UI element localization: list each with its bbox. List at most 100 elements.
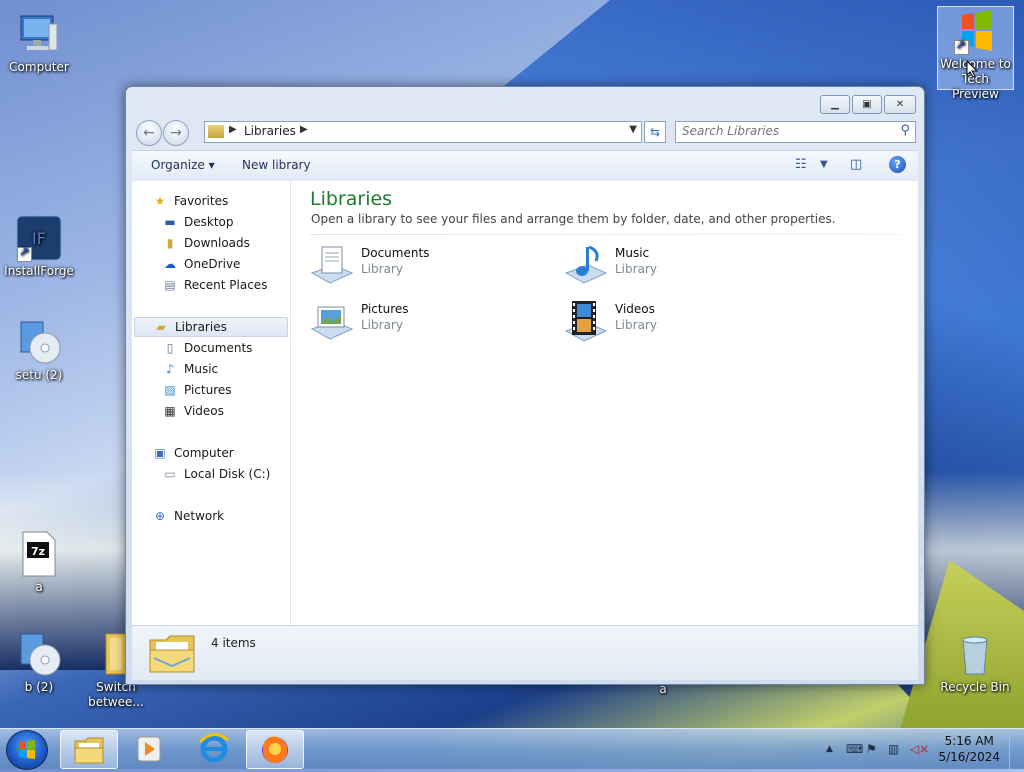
system-tray: ▲ ⌨ ⚑ ▥ ◁× 5:16 AM 5/16/2024 [814,729,1024,769]
navigation-pane: ★ Favorites ▬ Desktop ▮ Downloads ☁ OneDrive… [132,181,291,625]
nav-documents[interactable]: ▯ Documents [162,338,253,358]
clock-date: 5/16/2024 [938,750,1000,764]
nav-label: Network [174,509,225,523]
internet-explorer-icon [198,733,229,763]
start-button[interactable] [6,730,48,770]
nav-label: Recent Places [184,278,268,292]
breadcrumb-libraries[interactable]: Libraries [244,124,296,138]
library-documents[interactable]: Documents Library [308,241,548,291]
minimize-button[interactable]: ▁ [820,95,850,114]
clock[interactable]: 5:16 AM 5/16/2024 [938,733,1000,765]
search-box[interactable]: ⚲ [675,121,916,143]
libraries-folder-large-icon [148,628,196,679]
action-center-flag-icon[interactable]: ⚑ [866,742,877,756]
mouse-cursor-icon [966,59,979,81]
organize-button[interactable]: Organize ▾ [151,158,215,172]
forward-button[interactable]: → [163,120,189,146]
videos-library-icon [562,299,608,345]
breadcrumb-arrow-icon[interactable]: ▶ [300,124,308,135]
volume-muted-icon[interactable]: ◁× [910,742,929,756]
network-tray-icon[interactable]: ▥ [888,742,899,756]
library-type: Library [361,318,403,332]
taskbar-explorer-button[interactable] [60,730,118,769]
desktop-icon-setu[interactable]: setu (2) [1,318,77,383]
help-icon: ? [894,158,901,171]
pictures-library-icon [308,299,354,345]
refresh-button[interactable]: ⇆ [644,121,666,143]
library-music[interactable]: Music Library [562,241,802,291]
close-button[interactable]: ✕ [884,95,916,114]
new-library-button[interactable]: New library [242,158,311,172]
nav-computer[interactable]: ▣ Computer [152,443,233,463]
library-type: Library [361,262,403,276]
view-options-dropdown-icon[interactable]: ▼ [820,159,828,170]
library-name: Music [615,246,650,260]
library-videos[interactable]: Videos Library [562,297,802,347]
recent-places-icon: ▤ [164,278,176,292]
breadcrumb-arrow-icon[interactable]: ▶ [229,124,237,135]
desktop-icon-label: b (2) [24,680,54,694]
nav-pictures[interactable]: ▨ Pictures [162,380,232,400]
music-note-icon: ♪ [166,362,174,376]
address-bar[interactable]: ▶ Libraries ▶ ▼ [204,121,642,143]
desktop-icon-recycle-bin[interactable]: Recycle Bin [937,630,1013,695]
explorer-window[interactable]: ▁ ▣ ✕ ← → ▶ Libraries ▶ ▼ ⇆ ⚲ Organize ▾… [125,86,925,685]
installforge-icon: IF [15,214,63,262]
documents-library-icon [308,243,354,289]
nav-libraries[interactable]: ▰ Libraries [134,317,288,337]
nav-music[interactable]: ♪ Music [162,359,218,379]
desktop-icon-b2[interactable]: b (2) [1,630,77,695]
page-description: Open a library to see your files and arr… [311,212,836,226]
explorer-folder-icon [74,737,104,764]
search-icon[interactable]: ⚲ [900,123,910,138]
svg-text:IF: IF [32,229,46,248]
computer-icon [15,10,63,58]
keyboard-icon[interactable]: ⌨ [846,742,863,756]
help-button[interactable]: ? [889,156,906,173]
desktop-icon-label: a [35,580,43,594]
nav-network[interactable]: ⊕ Network [152,506,224,526]
refresh-icon: ⇆ [649,125,661,139]
desktop-icon-a-7z[interactable]: 7z a [1,530,77,595]
change-view-icon[interactable]: ☷ [795,157,807,172]
picture-icon: ▨ [164,383,176,397]
address-dropdown-icon[interactable]: ▼ [629,124,637,135]
nav-favorites[interactable]: ★ Favorites [152,191,229,211]
explorer-content: ★ Favorites ▬ Desktop ▮ Downloads ☁ OneDrive… [132,181,918,680]
nav-onedrive[interactable]: ☁ OneDrive [162,254,240,274]
desktop-icon-installforge[interactable]: IF InstallForge [1,214,77,279]
nav-videos[interactable]: ▦ Videos [162,401,224,421]
taskbar-media-player-button[interactable] [122,730,178,767]
maximize-button[interactable]: ▣ [852,95,882,114]
nav-label: Pictures [184,383,232,397]
nav-label: Libraries [175,320,227,334]
nav-recent-places[interactable]: ▤ Recent Places [162,275,267,295]
library-name: Pictures [361,302,409,316]
details-pane: 4 items [132,625,918,680]
library-pictures[interactable]: Pictures Library [308,297,548,347]
7z-file-icon: 7z [15,530,63,578]
show-desktop-button[interactable] [1009,729,1024,769]
disk-drive-icon: ▭ [164,467,176,481]
forward-arrow-icon: → [170,125,182,141]
search-input[interactable] [676,122,882,140]
network-icon: ⊕ [154,509,166,523]
divider [310,234,902,235]
nav-downloads[interactable]: ▮ Downloads [162,233,250,253]
nav-label: Videos [184,404,224,418]
libraries-view: Libraries Open a library to see your fil… [310,181,910,625]
taskbar-internet-explorer-button[interactable] [186,730,242,767]
nav-desktop[interactable]: ▬ Desktop [162,212,233,232]
downloads-folder-icon: ▮ [166,236,174,250]
svg-text:7z: 7z [31,545,45,558]
nav-local-disk[interactable]: ▭ Local Disk (C:) [162,464,270,484]
taskbar-firefox-button[interactable] [246,730,304,769]
desktop-icon-label: Recycle Bin [940,680,1010,694]
show-hidden-icons-icon[interactable]: ▲ [826,744,833,754]
nav-label: Documents [184,341,253,355]
nav-label: OneDrive [184,257,241,271]
nav-label: Downloads [184,236,250,250]
preview-pane-icon[interactable]: ◫ [850,157,862,172]
back-button[interactable]: ← [136,120,162,146]
desktop-icon-computer[interactable]: Computer [1,10,77,75]
